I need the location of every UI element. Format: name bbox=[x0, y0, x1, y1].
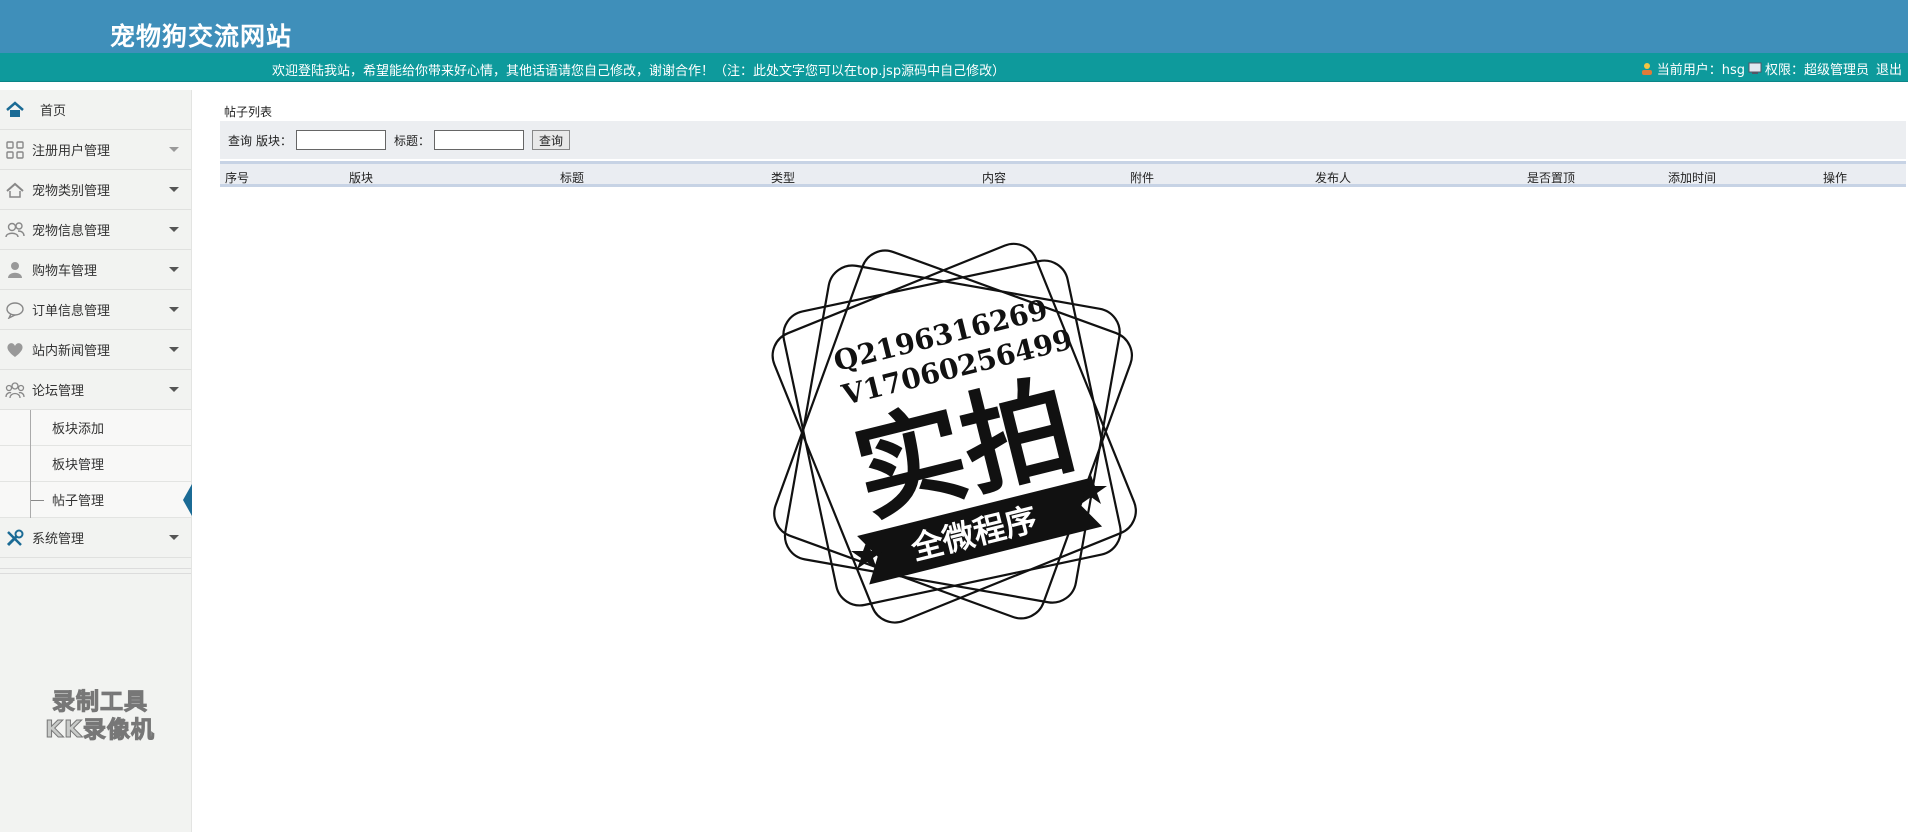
stamp-watermark: Q2196316269 V17060256499 实拍 全微程序 bbox=[755, 235, 1150, 635]
person-icon bbox=[4, 259, 26, 281]
chevron-down-icon[interactable] bbox=[169, 307, 179, 312]
active-pointer-icon bbox=[183, 484, 192, 516]
column-header: 发布人 bbox=[1315, 171, 1352, 185]
sidebar-item-news[interactable]: 站内新闻管理 bbox=[0, 330, 191, 370]
sidebar-item-cart[interactable]: 购物车管理 bbox=[0, 250, 191, 290]
chevron-down-icon[interactable] bbox=[169, 267, 179, 272]
top-header: 宠物狗交流网站 bbox=[0, 0, 1908, 53]
sidebar-subitem-add-board[interactable]: 板块添加 bbox=[0, 410, 191, 446]
sidebar-item-forum[interactable]: 论坛管理 bbox=[0, 370, 191, 410]
recorder-watermark: 录制工具 KK录像机 bbox=[30, 688, 170, 744]
group-icon bbox=[4, 379, 26, 401]
current-user-label: 当前用户：hsg bbox=[1656, 63, 1745, 78]
permission-label: 权限：超级管理员 bbox=[1764, 63, 1869, 78]
sidebar-item-users[interactable]: 注册用户管理 bbox=[0, 130, 191, 170]
sidebar-item-label: 首页 bbox=[40, 104, 67, 119]
heart-icon bbox=[4, 339, 26, 361]
sidebar-item-system[interactable]: 系统管理 bbox=[0, 518, 191, 558]
column-header: 添加时间 bbox=[1668, 171, 1717, 185]
watermark-line: KK录像机 bbox=[45, 717, 155, 744]
home-icon bbox=[4, 99, 26, 121]
query-label: 查询 bbox=[228, 133, 253, 148]
sidebar-item-label: 购物车管理 bbox=[32, 264, 98, 279]
sidebar-item-label: 宠物类别管理 bbox=[32, 184, 111, 199]
chevron-down-icon[interactable] bbox=[169, 535, 179, 540]
table-header: 序号 版块 标题 类型 内容 附件 发布人 是否置顶 添加时间 操作 bbox=[220, 161, 1906, 187]
sidebar-item-pet-category[interactable]: 宠物类别管理 bbox=[0, 170, 191, 210]
grid-icon bbox=[4, 139, 26, 161]
logout-link[interactable]: 退出 bbox=[1876, 59, 1902, 78]
tree-line bbox=[30, 446, 31, 482]
sidebar-item-label: 注册用户管理 bbox=[32, 144, 111, 159]
column-header: 内容 bbox=[982, 171, 1007, 185]
title-label: 标题： bbox=[394, 133, 431, 148]
search-bar: 查询 版块： 标题： 查询 bbox=[220, 121, 1906, 159]
column-header: 附件 bbox=[1130, 171, 1155, 185]
column-header: 序号 bbox=[225, 171, 250, 185]
sidebar-subitem-label: 帖子管理 bbox=[52, 494, 105, 509]
site-title: 宠物狗交流网站 bbox=[110, 22, 293, 51]
divider bbox=[0, 571, 191, 574]
chevron-down-icon[interactable] bbox=[169, 227, 179, 232]
column-header: 类型 bbox=[771, 171, 796, 185]
chevron-down-icon[interactable] bbox=[169, 147, 179, 152]
board-label: 版块： bbox=[256, 133, 293, 148]
sidebar-subitem-label: 板块添加 bbox=[52, 422, 105, 437]
search-button[interactable]: 查询 bbox=[532, 130, 571, 150]
chat-icon bbox=[4, 299, 26, 321]
user-info: 当前用户：hsg 权限：超级管理员 退出 bbox=[1640, 59, 1902, 78]
sidebar-item-pet-info[interactable]: 宠物信息管理 bbox=[0, 210, 191, 250]
watermark-line: 录制工具 bbox=[52, 689, 148, 716]
sidebar-item-label: 论坛管理 bbox=[32, 384, 85, 399]
sidebar-item-label: 站内新闻管理 bbox=[32, 344, 111, 359]
board-input[interactable] bbox=[296, 130, 387, 150]
welcome-text: 欢迎登陆我站，希望能给你带来好心情，其他话语请您自己修改，谢谢合作！（注：此处文… bbox=[272, 64, 1006, 79]
sidebar-subitem-manage-board[interactable]: 板块管理 bbox=[0, 446, 191, 482]
column-header: 版块 bbox=[349, 171, 374, 185]
chevron-down-icon[interactable] bbox=[169, 387, 179, 392]
tree-branch bbox=[31, 500, 44, 501]
sidebar-subitem-label: 板块管理 bbox=[52, 458, 105, 473]
info-bar: 欢迎登陆我站，希望能给你带来好心情，其他话语请您自己修改，谢谢合作！（注：此处文… bbox=[0, 53, 1908, 82]
house-icon bbox=[4, 179, 26, 201]
sidebar: 首页 注册用户管理 宠物类别管理 宠物信息管理 购物车管理 订单信息管理 站内新… bbox=[0, 90, 192, 832]
title-input[interactable] bbox=[434, 130, 525, 150]
sidebar-subitem-manage-posts[interactable]: 帖子管理 bbox=[0, 482, 192, 518]
page-title: 帖子列表 bbox=[224, 105, 273, 119]
column-header: 标题 bbox=[560, 171, 585, 185]
user-icon bbox=[1640, 62, 1654, 75]
stamp-graphic: Q2196316269 V17060256499 实拍 全微程序 bbox=[771, 242, 1137, 624]
tree-line bbox=[30, 410, 31, 446]
sidebar-item-label: 系统管理 bbox=[32, 532, 85, 547]
permission-icon bbox=[1748, 62, 1762, 75]
sidebar-item-home[interactable]: 首页 bbox=[0, 90, 191, 130]
divider bbox=[0, 566, 191, 569]
sidebar-item-label: 宠物信息管理 bbox=[32, 224, 111, 239]
users-icon bbox=[4, 219, 26, 241]
tools-icon bbox=[4, 527, 26, 549]
chevron-down-icon[interactable] bbox=[169, 187, 179, 192]
column-header: 是否置顶 bbox=[1527, 171, 1576, 185]
sidebar-item-orders[interactable]: 订单信息管理 bbox=[0, 290, 191, 330]
chevron-down-icon[interactable] bbox=[169, 347, 179, 352]
sidebar-item-label: 订单信息管理 bbox=[32, 304, 111, 319]
column-header: 操作 bbox=[1823, 171, 1848, 185]
